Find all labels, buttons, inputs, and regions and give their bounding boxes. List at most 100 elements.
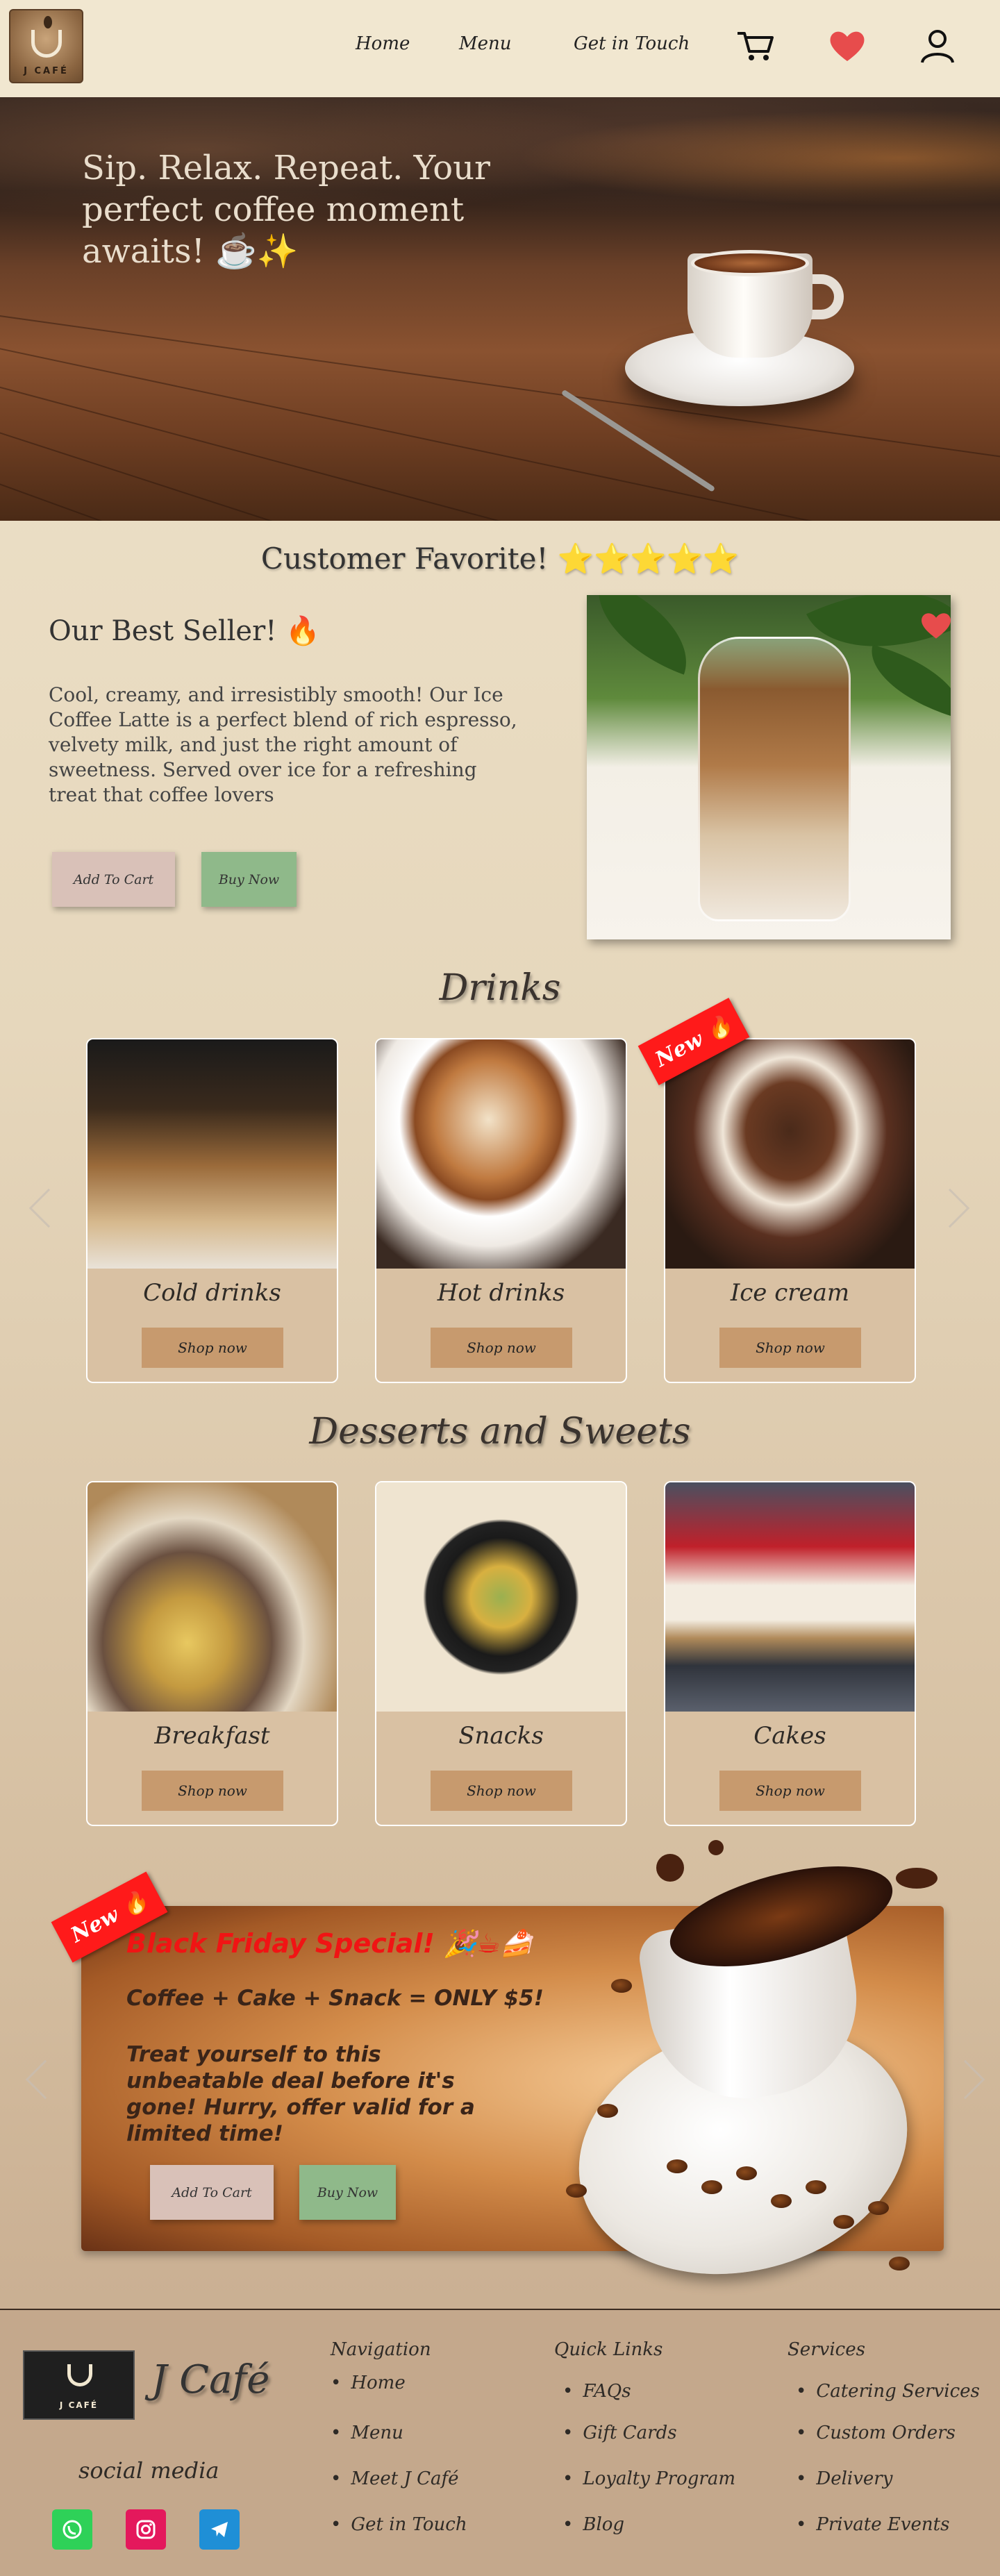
customer-favorite-heading: Customer Favorite! ⭐⭐⭐⭐⭐ (260, 542, 740, 576)
promo-offer: Coffee + Cake + Snack = ONLY $5! (126, 1986, 544, 2011)
splash-drop (708, 1840, 724, 1855)
shop-now-button[interactable]: Shop now (142, 1328, 283, 1368)
drinks-next-arrow[interactable] (930, 1188, 970, 1228)
coffee-bean (597, 2104, 618, 2118)
shop-now-button[interactable]: Shop now (431, 1771, 572, 1811)
card-breakfast[interactable]: Breakfast Shop now (86, 1481, 338, 1826)
card-label: Hot drinks (437, 1279, 565, 1307)
footer-logo[interactable]: J CAFÉ (23, 2350, 135, 2420)
logo[interactable]: J CAFÉ (9, 9, 83, 83)
footer-navigation-title: Navigation (331, 2339, 431, 2360)
logo-cup-icon (31, 30, 62, 58)
coffee-bean (736, 2166, 757, 2180)
card-ice-cream[interactable]: Ice cream Shop now (664, 1038, 916, 1383)
footer-link-faqs[interactable]: FAQs (562, 2381, 631, 2402)
promo-buy-now-button[interactable]: Buy Now (299, 2165, 396, 2220)
hot-drinks-image (376, 1039, 626, 1269)
drinks-heading: Drinks (439, 967, 561, 1009)
user-icon[interactable] (917, 25, 958, 67)
footer-link-custom-orders[interactable]: Custom Orders (796, 2423, 956, 2443)
footer-link-private-events[interactable]: Private Events (796, 2514, 949, 2535)
shop-now-button[interactable]: Shop now (719, 1771, 861, 1811)
footer-link-menu[interactable]: Menu (331, 2423, 403, 2443)
ice-cream-image (665, 1039, 915, 1269)
nav-home[interactable]: Home (356, 33, 410, 54)
card-cakes[interactable]: Cakes Shop now (664, 1481, 916, 1826)
shop-now-button[interactable]: Shop now (142, 1771, 283, 1811)
footer-logo-text: J CAFÉ (59, 2400, 99, 2410)
coffee-bean (667, 2159, 688, 2173)
favorite-heart-icon[interactable] (918, 608, 954, 641)
coffee-bean (701, 2180, 722, 2194)
card-cold-drinks[interactable]: Cold drinks Shop now (86, 1038, 338, 1383)
promo-add-to-cart-button[interactable]: Add To Cart (150, 2165, 274, 2220)
coffee-bean (771, 2194, 792, 2208)
desserts-heading: Desserts and Sweets (309, 1411, 691, 1453)
instagram-icon[interactable] (126, 2509, 166, 2550)
breakfast-image (88, 1482, 337, 1712)
cart-icon[interactable] (735, 25, 776, 67)
promo-prev-arrow[interactable] (25, 2059, 65, 2100)
wood-line (0, 368, 1000, 521)
footer-link-loyalty[interactable]: Loyalty Program (562, 2468, 735, 2489)
card-label: Cakes (753, 1722, 826, 1750)
footer-link-delivery[interactable]: Delivery (796, 2468, 892, 2489)
footer-link-home[interactable]: Home (331, 2373, 405, 2393)
site-header: J CAFÉ Home Menu Get in Touch (0, 0, 1000, 97)
splash-drop (896, 1868, 938, 1889)
card-label: Cold drinks (143, 1279, 281, 1307)
social-media-label: social media (78, 2457, 219, 2484)
card-hot-drinks[interactable]: Hot drinks Shop now (375, 1038, 627, 1383)
telegram-icon[interactable] (199, 2509, 240, 2550)
splash-drop (656, 1854, 684, 1882)
shop-now-button[interactable]: Shop now (719, 1328, 861, 1368)
hero-headline: Sip. Relax. Repeat. Your perfect coffee … (82, 149, 490, 271)
footer-brand: J Café (151, 2357, 270, 2402)
wood-line (0, 306, 1000, 471)
card-label: Breakfast (154, 1722, 270, 1750)
coffee-bean (868, 2201, 889, 2215)
card-label: Ice cream (730, 1279, 850, 1307)
logo-text: J CAFÉ (24, 66, 69, 76)
drinks-prev-arrow[interactable] (28, 1188, 69, 1228)
card-label: Snacks (458, 1722, 544, 1750)
coffee-bean (566, 2184, 587, 2198)
coffee-bean (806, 2180, 826, 2194)
coffee-surface (691, 250, 809, 276)
whatsapp-icon[interactable] (52, 2509, 92, 2550)
footer-link-meet[interactable]: Meet J Café (331, 2468, 458, 2489)
leaf (587, 595, 706, 675)
hero-banner: Sip. Relax. Repeat. Your perfect coffee … (0, 97, 1000, 521)
nav-menu[interactable]: Menu (459, 33, 512, 54)
promo-next-arrow[interactable] (945, 2059, 985, 2100)
site-footer: J CAFÉ J Café social media Navigation Ho… (0, 2309, 1000, 2576)
best-seller-description: Cool, creamy, and irresistibly smooth! O… (49, 683, 517, 806)
promo-title: Black Friday Special! 🎉☕🍰 (126, 1928, 533, 1959)
coffee-bean (889, 2257, 910, 2270)
shop-now-button[interactable]: Shop now (431, 1328, 572, 1368)
nav-get-in-touch[interactable]: Get in Touch (574, 33, 690, 54)
iced-latte-image (587, 595, 951, 939)
cakes-image (665, 1482, 915, 1712)
glass-image (698, 637, 851, 921)
add-to-cart-button[interactable]: Add To Cart (52, 852, 175, 907)
footer-link-gift-cards[interactable]: Gift Cards (562, 2423, 676, 2443)
buy-now-button[interactable]: Buy Now (201, 852, 297, 907)
leaf (860, 644, 951, 719)
footer-link-blog[interactable]: Blog (562, 2514, 624, 2535)
footer-quick-links-title: Quick Links (554, 2339, 663, 2360)
wood-line (0, 458, 1000, 521)
card-snacks[interactable]: Snacks Shop now (375, 1481, 627, 1826)
cold-drinks-image (88, 1039, 337, 1269)
footer-services-title: Services (788, 2339, 865, 2360)
footer-link-get-in-touch[interactable]: Get in Touch (331, 2514, 467, 2535)
best-seller-title: Our Best Seller! 🔥 (49, 615, 320, 647)
logo-steam (44, 16, 52, 28)
coffee-bean (611, 1979, 632, 1993)
promo-text: Treat yourself to this unbeatable deal b… (126, 2042, 475, 2146)
heart-icon[interactable] (826, 25, 868, 67)
snacks-image (376, 1482, 626, 1712)
coffee-bean (833, 2215, 854, 2229)
footer-logo-cup-icon (67, 2364, 92, 2386)
footer-link-catering[interactable]: Catering Services (796, 2381, 980, 2402)
